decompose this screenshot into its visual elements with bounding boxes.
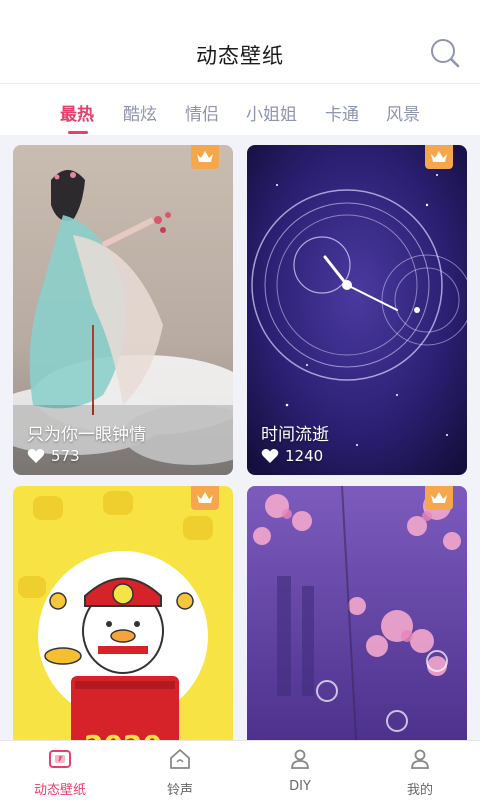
crown-icon — [191, 145, 219, 169]
wallpaper-card[interactable]: 时间流逝 1240 — [247, 145, 467, 475]
category-tabs: 最热 酷炫 情侣 小姐姐 卡通 风景 — [0, 85, 480, 135]
tab-couple[interactable]: 情侣 — [185, 100, 219, 125]
nav-mine[interactable]: 我的 — [360, 741, 480, 800]
like-count-value: 573 — [51, 447, 80, 465]
wallpaper-thumbnail-image — [13, 486, 233, 740]
active-tab-indicator — [68, 131, 88, 134]
like-count: 573 — [27, 447, 80, 465]
crown-icon — [191, 486, 219, 510]
wallpaper-card[interactable] — [247, 486, 467, 740]
search-icon[interactable] — [430, 38, 460, 68]
tab-scenery[interactable]: 风景 — [386, 100, 420, 125]
bottom-nav: 动态壁纸 铃声 DIY 我的 — [0, 740, 480, 800]
wallpaper-card[interactable]: 2020 — [13, 486, 233, 740]
nav-diy[interactable]: DIY — [240, 741, 360, 800]
wallpaper-card[interactable]: 只为你一眼钟情 573 — [13, 145, 233, 475]
profile-icon — [411, 749, 429, 769]
tab-cool[interactable]: 酷炫 — [123, 100, 157, 125]
nav-label: 动态壁纸 — [33, 783, 86, 798]
like-count: 1240 — [261, 447, 323, 465]
crown-icon — [425, 145, 453, 169]
crown-icon — [425, 486, 453, 510]
wallpaper-grid: 只为你一眼钟情 573 时间流逝 1240 — [0, 135, 480, 740]
nav-ringtone[interactable]: 铃声 — [120, 741, 240, 800]
page-title: 动态壁纸 — [196, 44, 284, 68]
wallpaper-title: 只为你一眼钟情 — [27, 425, 146, 445]
heart-icon — [27, 449, 45, 463]
wallpaper-icon — [49, 750, 71, 768]
heart-icon — [261, 449, 279, 463]
app-header: 动态壁纸 — [0, 0, 480, 84]
tab-cartoon[interactable]: 卡通 — [325, 100, 359, 125]
tab-girls[interactable]: 小姐姐 — [246, 100, 297, 125]
nav-live-wallpaper[interactable]: 动态壁纸 — [0, 741, 120, 800]
tab-hottest[interactable]: 最热 — [60, 100, 94, 125]
person-icon — [291, 749, 309, 769]
wallpaper-title: 时间流逝 — [261, 425, 329, 445]
like-count-value: 1240 — [285, 447, 324, 465]
nav-label: DIY — [289, 779, 311, 794]
wallpaper-thumbnail-image — [247, 486, 467, 740]
wallpaper-art-text: 2020 — [13, 729, 233, 740]
nav-label: 我的 — [406, 783, 433, 798]
home-bell-icon — [170, 749, 190, 769]
nav-label: 铃声 — [166, 783, 193, 798]
